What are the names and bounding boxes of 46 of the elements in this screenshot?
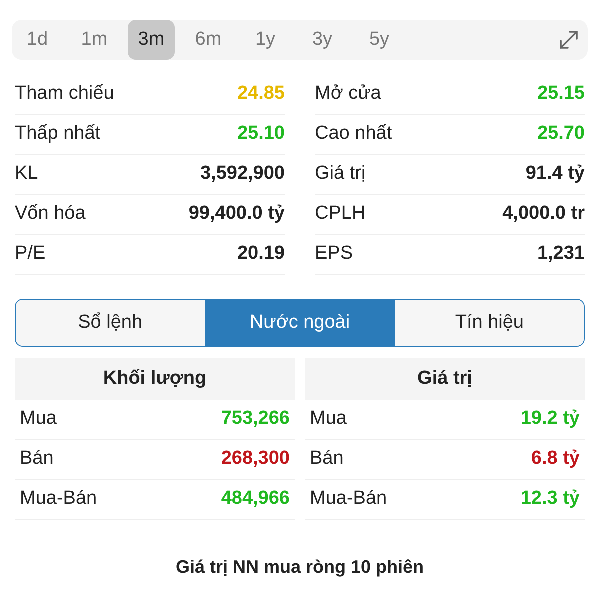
stat-label: Thấp nhất <box>15 122 101 146</box>
chart-title: Giá trị NN mua ròng 10 phiên <box>176 556 424 579</box>
period-tab[interactable]: 6m <box>185 20 232 60</box>
row-value: 268,300 <box>221 447 290 472</box>
stat-value: 99,400.0 tỷ <box>188 202 285 226</box>
stat-label: KL <box>15 162 38 186</box>
stat-value: 24.85 <box>237 82 285 106</box>
row-value: 19.2 tỷ <box>520 407 580 432</box>
stat-label: CPLH <box>315 202 366 226</box>
stat-value: 25.15 <box>537 82 585 106</box>
stat-label: Cao nhất <box>315 122 392 146</box>
row-label: Mua-Bán <box>310 487 388 512</box>
stat-label: Giá trị <box>315 162 366 186</box>
row-label: Mua-Bán <box>20 487 98 512</box>
period-tab[interactable]: 1d <box>14 20 61 60</box>
table-header: Khối lượng <box>15 358 295 400</box>
row-value: 12.3 tỷ <box>520 487 580 512</box>
stat-value: 20.19 <box>237 242 285 266</box>
stat-value: 25.10 <box>237 122 285 146</box>
stat-value: 1,231 <box>537 242 585 266</box>
stat-label: EPS <box>315 242 354 266</box>
period-tab[interactable]: 3m <box>128 20 175 60</box>
stat-label: Vốn hóa <box>15 202 86 226</box>
table-header: Giá trị <box>305 358 585 400</box>
row-value: 484,966 <box>221 487 290 512</box>
period-tab[interactable]: 1y <box>242 20 289 60</box>
expand-icon[interactable] <box>558 29 580 51</box>
segment-tab[interactable]: Tín hiệu <box>394 300 584 346</box>
stat-label: P/E <box>15 242 46 266</box>
stat-value: 3,592,900 <box>200 162 285 186</box>
stat-value: 91.4 tỷ <box>526 162 585 186</box>
row-label: Bán <box>20 447 54 472</box>
row-label: Bán <box>310 447 344 472</box>
segment-tab[interactable]: Sổ lệnh <box>16 300 205 346</box>
stat-label: Mở cửa <box>315 82 382 106</box>
period-tab[interactable]: 1m <box>71 20 118 60</box>
stat-label: Tham chiếu <box>15 82 114 106</box>
period-tab[interactable]: 5y <box>356 20 403 60</box>
row-label: Mua <box>20 407 57 432</box>
stat-value: 4,000.0 tr <box>502 202 585 226</box>
row-value: 6.8 tỷ <box>531 447 580 472</box>
segment-tab[interactable]: Nước ngoài <box>204 300 394 346</box>
row-value: 753,266 <box>221 407 290 432</box>
stat-value: 25.70 <box>537 122 585 146</box>
period-tab[interactable]: 3y <box>299 20 346 60</box>
row-label: Mua <box>310 407 347 432</box>
